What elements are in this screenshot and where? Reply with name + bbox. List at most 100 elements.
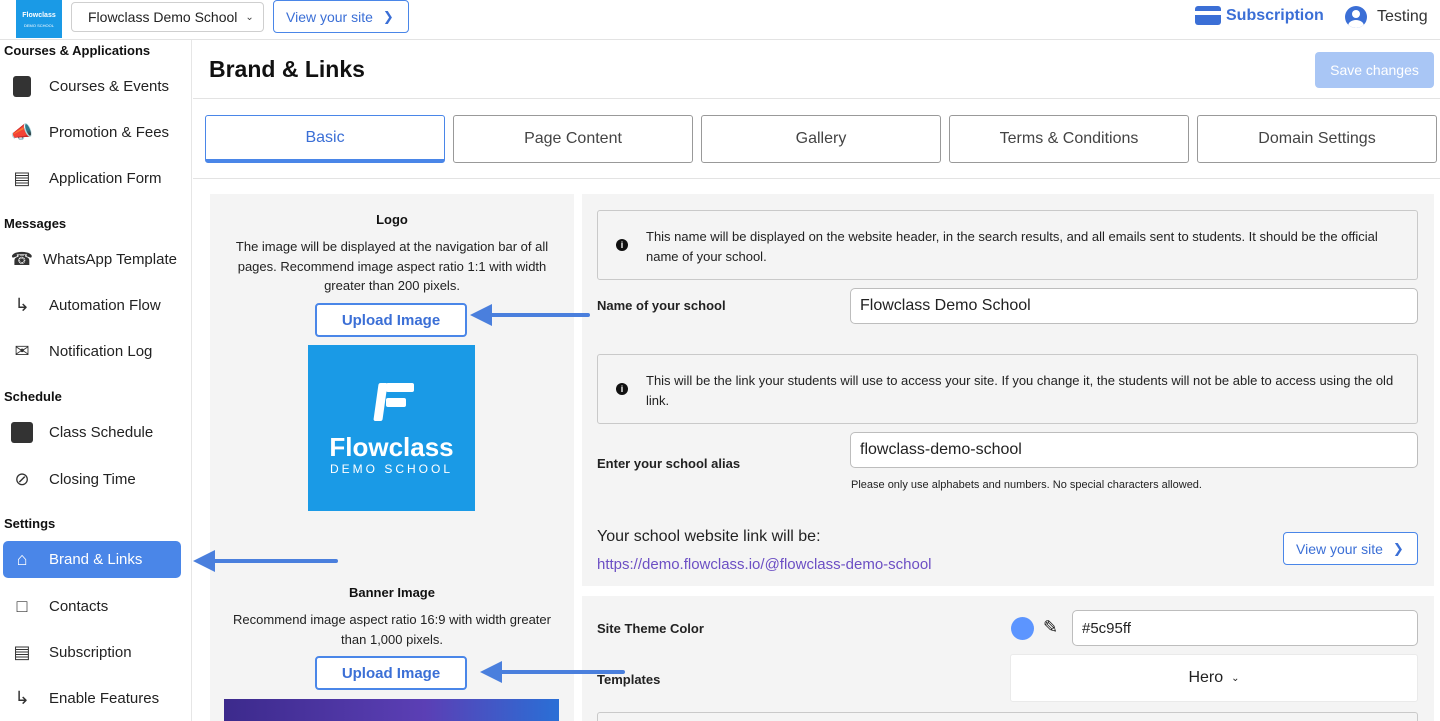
sidebar-item-promotion-fees[interactable]: 📣 Promotion & Fees xyxy=(3,114,181,151)
chevron-down-icon: ⌄ xyxy=(1231,672,1240,684)
logo-sub: DEMO SCHOOL xyxy=(23,22,54,28)
chevron-right-icon: ❯ xyxy=(1392,540,1404,556)
sidebar-item-label: Class Schedule xyxy=(49,424,154,441)
save-changes-button[interactable]: Save changes xyxy=(1315,52,1434,88)
sidebar-item-courses-events[interactable]: Courses & Events xyxy=(3,68,181,105)
sidebar-item-label: Subscription xyxy=(49,644,132,661)
sidebar-item-label: Notification Log xyxy=(49,343,153,360)
upload-banner-button[interactable]: Upload Image xyxy=(315,656,467,690)
logo-preview-word: Flowclass xyxy=(329,432,454,462)
sidebar-item-closing-time[interactable]: ⊘ Closing Time xyxy=(3,461,181,498)
user-avatar-icon xyxy=(1345,6,1367,28)
sidebar-item-application-form[interactable]: ▤ Application Form xyxy=(3,160,181,197)
theme-color-swatch[interactable] xyxy=(1011,617,1034,640)
info-icon: i xyxy=(616,239,628,251)
sidebar-item-label: Enable Features xyxy=(49,690,160,707)
sidebar-item-label: WhatsApp Template xyxy=(43,251,177,268)
sidebar-section-messages: Messages xyxy=(4,216,67,231)
banner-preview xyxy=(224,699,559,721)
logo-preview-sub: DEMO SCHOOL xyxy=(329,462,453,476)
git-branch-icon: ↳ xyxy=(14,688,30,708)
form-icon: ▤ xyxy=(13,168,31,188)
school-alias-label: Enter your school alias xyxy=(597,456,741,471)
user-name: Testing xyxy=(1377,8,1428,25)
templates-label: Templates xyxy=(597,672,661,687)
sidebar-item-label: Courses & Events xyxy=(49,78,170,95)
sidebar-section-schedule: Schedule xyxy=(4,389,62,404)
sidebar-item-notification-log[interactable]: ✉ Notification Log xyxy=(3,333,181,370)
alias-hint: Please only use alphabets and numbers. N… xyxy=(851,479,1202,491)
tab-basic[interactable]: Basic xyxy=(205,115,445,163)
alias-info-text: This will be the link your students will… xyxy=(646,373,1394,408)
logo-title: Logo xyxy=(376,212,408,227)
site-link[interactable]: https://demo.flowclass.io/@flowclass-dem… xyxy=(597,556,932,573)
annotation-arrow xyxy=(193,550,338,572)
subscription-link[interactable]: Subscription xyxy=(1195,6,1324,25)
chevron-right-icon: ❯ xyxy=(382,8,394,24)
logo-preview: Flowclass DEMO SCHOOL xyxy=(308,345,475,511)
megaphone-icon: 📣 xyxy=(10,122,34,142)
sidebar-item-brand-links[interactable]: ⌂ Brand & Links xyxy=(3,541,181,578)
user-menu[interactable]: Testing xyxy=(1345,6,1428,28)
view-site-button[interactable]: View your site ❯ xyxy=(1283,532,1418,565)
divider xyxy=(193,178,1440,179)
view-site-button[interactable]: View your site ❯ xyxy=(273,0,409,33)
chevron-down-icon: ⌄ xyxy=(245,11,254,23)
subscription-label: Subscription xyxy=(1226,6,1324,24)
mail-log-icon: ✉ xyxy=(14,341,30,361)
sidebar-item-contacts[interactable]: □ Contacts xyxy=(3,588,181,625)
theme-color-label: Site Theme Color xyxy=(597,621,704,636)
alias-info-box: i This will be the link your students wi… xyxy=(597,354,1418,424)
sidebar-section-settings: Settings xyxy=(4,516,56,531)
info-icon: i xyxy=(616,383,628,395)
school-name-input[interactable]: Flowclass Demo School xyxy=(850,288,1418,324)
logo-word: Flowclass xyxy=(22,11,56,19)
chat-icon: □ xyxy=(16,596,28,616)
annotation-arrow xyxy=(480,661,625,683)
tab-domain-settings[interactable]: Domain Settings xyxy=(1197,115,1437,163)
sidebar-item-label: Brand & Links xyxy=(49,551,143,568)
divider xyxy=(193,98,1440,99)
school-alias-input[interactable]: flowclass-demo-school xyxy=(850,432,1418,468)
credit-card-icon: ▤ xyxy=(13,642,31,662)
sidebar-item-label: Contacts xyxy=(49,598,109,615)
template-select-value: Hero xyxy=(1188,669,1224,686)
sidebar-item-whatsapp-template[interactable]: ☎ WhatsApp Template xyxy=(3,241,181,278)
name-info-text: This name will be displayed on the websi… xyxy=(646,229,1378,264)
template-select[interactable]: Hero ⌄ xyxy=(1010,654,1418,702)
tab-page-content[interactable]: Page Content xyxy=(453,115,693,163)
banner-description: Recommend image aspect ratio 16:9 with w… xyxy=(233,612,551,647)
sidebar-item-subscription[interactable]: ▤ Subscription xyxy=(3,634,181,671)
logo-description: The image will be displayed at the navig… xyxy=(235,239,549,293)
sidebar-item-label: Application Form xyxy=(49,170,162,187)
sidebar-item-automation-flow[interactable]: ↳ Automation Flow xyxy=(3,287,181,324)
git-branch-icon: ↳ xyxy=(14,295,30,315)
theme-color-input[interactable]: #5c95ff xyxy=(1072,610,1418,646)
next-section-box xyxy=(597,712,1418,721)
tab-terms-conditions[interactable]: Terms & Conditions xyxy=(949,115,1189,163)
banner-title: Banner Image xyxy=(349,585,435,600)
site-link-label: Your school website link will be: xyxy=(597,528,821,545)
tab-gallery[interactable]: Gallery xyxy=(701,115,941,163)
block-icon: ⊘ xyxy=(14,469,30,489)
flowclass-mark-icon xyxy=(368,379,416,425)
upload-logo-button[interactable]: Upload Image xyxy=(315,303,467,337)
top-bar: Flowclass DEMO SCHOOL Flowclass Demo Sch… xyxy=(0,0,1440,40)
sidebar-item-label: Automation Flow xyxy=(49,297,161,314)
credit-card-icon xyxy=(1195,6,1221,25)
sidebar-item-class-schedule[interactable]: Class Schedule xyxy=(3,414,181,451)
eyedropper-icon[interactable]: ✎ xyxy=(1043,617,1063,639)
school-switcher[interactable]: Flowclass Demo School ⌄ xyxy=(71,2,264,32)
sidebar-item-enable-features[interactable]: ↳ Enable Features xyxy=(3,680,181,717)
home-icon: ⌂ xyxy=(16,549,28,569)
book-icon xyxy=(11,76,33,98)
annotation-arrow xyxy=(470,304,590,326)
calendar-icon xyxy=(11,422,33,444)
view-site-label: View your site xyxy=(286,8,373,25)
sidebar-item-label: Promotion & Fees xyxy=(49,124,170,141)
name-info-box: i This name will be displayed on the web… xyxy=(597,210,1418,280)
school-switcher-label: Flowclass Demo School xyxy=(88,9,238,25)
page-title: Brand & Links xyxy=(209,56,365,82)
sidebar-item-label: Closing Time xyxy=(49,471,136,488)
school-logo[interactable]: Flowclass DEMO SCHOOL xyxy=(16,0,62,38)
